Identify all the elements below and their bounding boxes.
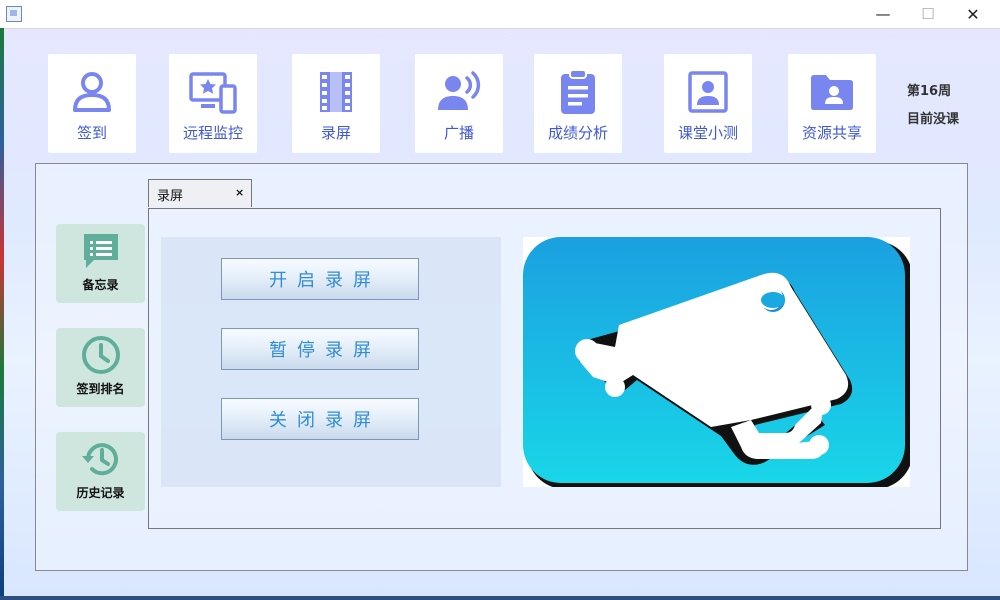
nav-label: 课堂小测 xyxy=(677,124,738,142)
pause-recording-button[interactable]: 暂停录屏 xyxy=(221,328,419,370)
nav-label: 资源共享 xyxy=(801,124,862,142)
film-icon xyxy=(320,72,352,112)
chat-list-icon xyxy=(83,234,118,268)
nav-resource-share-button[interactable]: 资源共享 xyxy=(788,54,876,153)
user-icon xyxy=(73,72,111,112)
nav-label: 签到 xyxy=(76,124,107,142)
clock-icon xyxy=(81,336,120,374)
sidebar-sign-rank-button[interactable]: 签到排名 xyxy=(56,328,145,407)
nav-broadcast-button[interactable]: 广播 xyxy=(415,54,503,153)
desktop-background-edge-bottom xyxy=(0,596,1000,600)
sidebar-label: 签到排名 xyxy=(76,382,125,396)
nav-label: 广播 xyxy=(443,124,474,142)
start-recording-button[interactable]: 开启录屏 xyxy=(221,258,419,300)
nav-screen-record-button[interactable]: 录屏 xyxy=(292,54,380,153)
minimize-button[interactable]: — xyxy=(860,2,906,26)
broadcast-icon xyxy=(438,71,481,110)
nav-quiz-button[interactable]: 课堂小测 xyxy=(664,54,752,153)
nav-sign-in-button[interactable]: 签到 xyxy=(48,54,136,153)
folder-user-icon xyxy=(811,75,853,110)
sidebar-label: 历史记录 xyxy=(76,486,125,500)
nav-label: 远程监控 xyxy=(182,124,243,142)
nav-label: 录屏 xyxy=(320,124,351,142)
sidebar-history-button[interactable]: 历史记录 xyxy=(56,432,145,511)
tab-close-button[interactable]: × xyxy=(235,186,244,199)
title-bar: — ☐ ✕ xyxy=(0,0,1000,29)
history-icon xyxy=(81,443,118,476)
portrait-icon xyxy=(688,71,728,113)
tab-label: 录屏 xyxy=(157,189,184,204)
maximize-button[interactable]: ☐ xyxy=(905,2,951,26)
security-camera-icon xyxy=(523,237,913,489)
tab-screen-record[interactable]: 录屏 × xyxy=(148,179,252,207)
close-window-button[interactable]: ✕ xyxy=(950,2,996,26)
clipboard-icon xyxy=(561,69,595,114)
sidebar-label: 备忘录 xyxy=(82,278,119,292)
desktop-background-edge xyxy=(0,28,4,600)
nav-remote-monitor-button[interactable]: 远程监控 xyxy=(169,54,257,153)
class-status: 目前没课 xyxy=(907,112,960,127)
nav-grade-analysis-button[interactable]: 成绩分析 xyxy=(534,54,622,153)
nav-label: 成绩分析 xyxy=(547,124,608,142)
week-number: 第16周 xyxy=(907,84,952,99)
week-status: 第16周 目前没课 xyxy=(907,78,959,134)
app-icon xyxy=(6,6,22,22)
camera-illustration xyxy=(523,237,913,489)
monitor-phone-icon xyxy=(189,72,237,114)
sidebar-memo-button[interactable]: 备忘录 xyxy=(56,224,145,303)
stop-recording-button[interactable]: 关闭录屏 xyxy=(221,398,419,440)
